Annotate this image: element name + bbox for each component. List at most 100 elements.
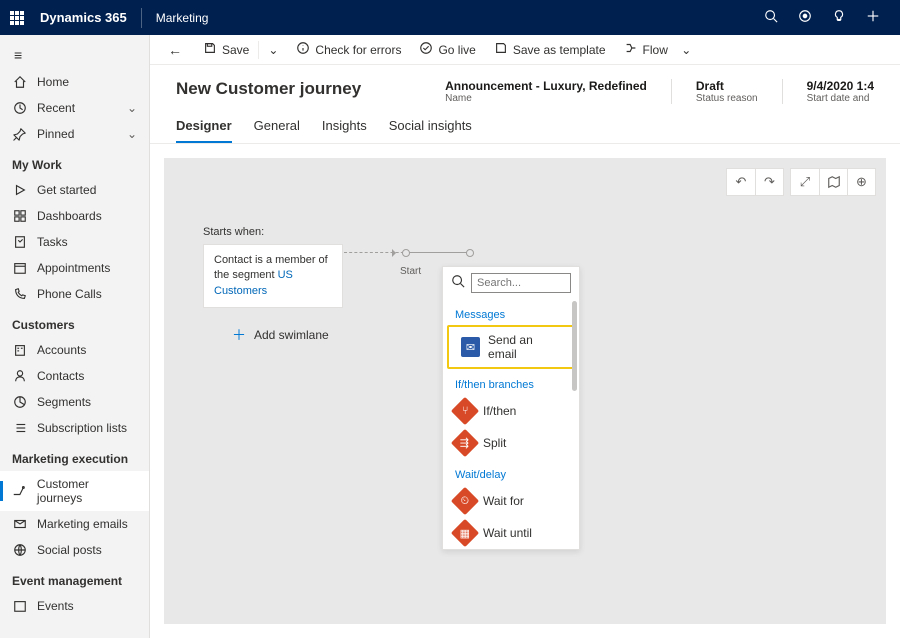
search-icon[interactable] (754, 9, 788, 27)
nav-phonecalls[interactable]: Phone Calls (0, 281, 149, 307)
popup-scrollbar[interactable] (572, 301, 577, 391)
meta-value: 9/4/2020 1:4 (807, 79, 874, 93)
nav-dashboards[interactable]: Dashboards (0, 203, 149, 229)
tile-picker-popup: Messages ✉ Send an email If/then branche… (442, 266, 580, 550)
flow-connector (344, 252, 409, 253)
nav-label: Recent (37, 101, 75, 115)
zoom-button[interactable]: ⊕ (847, 169, 875, 195)
search-icon (451, 274, 465, 293)
add-swimlane-button[interactable]: ＋ Add swimlane (232, 325, 329, 345)
tile-section-branches: If/then branches (443, 369, 579, 395)
nav-pinned[interactable]: Pinned⌄ (0, 121, 149, 147)
chevron-down-icon: ⌄ (127, 101, 137, 115)
nav-sublists[interactable]: Subscription lists (0, 415, 149, 441)
tile-waituntil[interactable]: ▦ Wait until (443, 517, 579, 549)
golive-button[interactable]: Go live (410, 41, 484, 58)
branch-icon: ⑂ (451, 397, 479, 425)
starts-when-label: Starts when: (203, 226, 264, 238)
app-label: Marketing (156, 11, 209, 25)
tile-label: If/then (483, 404, 516, 418)
mail-icon (12, 517, 27, 531)
redo-button[interactable]: ↷ (755, 169, 783, 195)
nav-section-mktexec: Marketing execution (0, 441, 149, 471)
save-button[interactable]: Save (194, 41, 258, 58)
nav-home[interactable]: Home (0, 69, 149, 95)
nav-recent[interactable]: Recent ⌄ (0, 95, 149, 121)
nav-section-eventmgmt: Event management (0, 563, 149, 593)
nav-label: Customer journeys (37, 477, 137, 505)
tile-ifthen[interactable]: ⑂ If/then (443, 395, 579, 427)
left-nav: ≡ Home Recent ⌄ Pinned⌄ My Work Get start… (0, 35, 150, 638)
check-icon (419, 41, 433, 58)
nav-social[interactable]: Social posts (0, 537, 149, 563)
fullscreen-button[interactable]: ⤢ (791, 169, 819, 195)
start-node-label: Start (400, 266, 421, 277)
nav-accounts[interactable]: Accounts (0, 337, 149, 363)
nav-section-mywork: My Work (0, 147, 149, 177)
tile-search-input[interactable] (471, 273, 571, 293)
nav-label: Social posts (37, 543, 102, 557)
add-swimlane-label: Add swimlane (254, 328, 329, 342)
tile-label: Send an email (488, 333, 561, 361)
tab-social-insights[interactable]: Social insights (389, 118, 472, 143)
page-title: New Customer journey (176, 79, 421, 104)
hamburger-icon[interactable]: ≡ (0, 41, 149, 69)
split-icon: ⇶ (451, 429, 479, 457)
brand-label: Dynamics 365 (40, 10, 127, 25)
nav-scrollbar[interactable] (149, 70, 150, 230)
meta-label: Name (445, 93, 647, 104)
nav-label: Subscription lists (37, 421, 127, 435)
designer-canvas[interactable]: ↶ ↷ ⤢ ⊕ Starts when: Contact is a member… (164, 158, 886, 624)
tile-send-email[interactable]: ✉ Send an email (447, 325, 575, 369)
undo-button[interactable]: ↶ (727, 169, 755, 195)
nav-events[interactable]: Events (0, 593, 149, 619)
audience-start-card[interactable]: Contact is a member of the segment US Cu… (203, 244, 343, 308)
tile-waitfor[interactable]: ⏲ Wait for (443, 485, 579, 517)
segments-icon (12, 395, 27, 409)
back-button[interactable]: ← (156, 42, 194, 58)
nav-appointments[interactable]: Appointments (0, 255, 149, 281)
nav-journeys[interactable]: Customer journeys (0, 471, 149, 511)
save-template-button[interactable]: Save as template (485, 41, 615, 58)
minimap-button[interactable] (819, 169, 847, 195)
flow-button[interactable]: Flow ⌄ (615, 41, 701, 58)
check-errors-button[interactable]: Check for errors (287, 41, 410, 58)
tab-general[interactable]: General (254, 118, 300, 143)
tile-split[interactable]: ⇶ Split (443, 427, 579, 459)
building-icon (12, 343, 27, 357)
cmd-label: Flow (643, 43, 668, 57)
tab-insights[interactable]: Insights (322, 118, 367, 143)
play-icon (12, 183, 27, 197)
nav-label: Home (37, 75, 69, 89)
nav-segments[interactable]: Segments (0, 389, 149, 415)
nav-label: Events (37, 599, 74, 613)
nav-getstarted[interactable]: Get started (0, 177, 149, 203)
nav-label: Marketing emails (37, 517, 128, 531)
home-icon (12, 75, 27, 89)
divider (141, 8, 142, 28)
meta-date: 9/4/2020 1:4 Start date and (807, 79, 874, 104)
task-icon (12, 235, 27, 249)
nav-emails[interactable]: Marketing emails (0, 511, 149, 537)
cmd-label: Go live (438, 43, 475, 57)
tab-designer[interactable]: Designer (176, 118, 232, 143)
tile-label: Wait until (483, 526, 532, 540)
nav-tasks[interactable]: Tasks (0, 229, 149, 255)
nav-section-customers: Customers (0, 307, 149, 337)
nav-label: Segments (37, 395, 91, 409)
nav-contacts[interactable]: Contacts (0, 363, 149, 389)
tile-label: Split (483, 436, 506, 450)
plus-icon[interactable] (856, 9, 890, 27)
lightbulb-icon[interactable] (822, 9, 856, 27)
meta-status: Draft Status reason (696, 79, 758, 104)
cmd-label: Check for errors (315, 43, 401, 57)
condition-text: Contact is a member of the segment (214, 254, 328, 281)
tile-section-messages: Messages (443, 299, 579, 325)
meta-name: Announcement - Luxury, Redefined Name (445, 79, 647, 104)
meta-value: Draft (696, 79, 758, 93)
target-icon[interactable] (788, 9, 822, 27)
tile-section-wait: Wait/delay (443, 459, 579, 485)
save-dropdown[interactable]: ⌄ (259, 43, 287, 57)
calendar-icon: ▦ (451, 519, 479, 547)
app-launcher-icon[interactable] (10, 11, 26, 25)
